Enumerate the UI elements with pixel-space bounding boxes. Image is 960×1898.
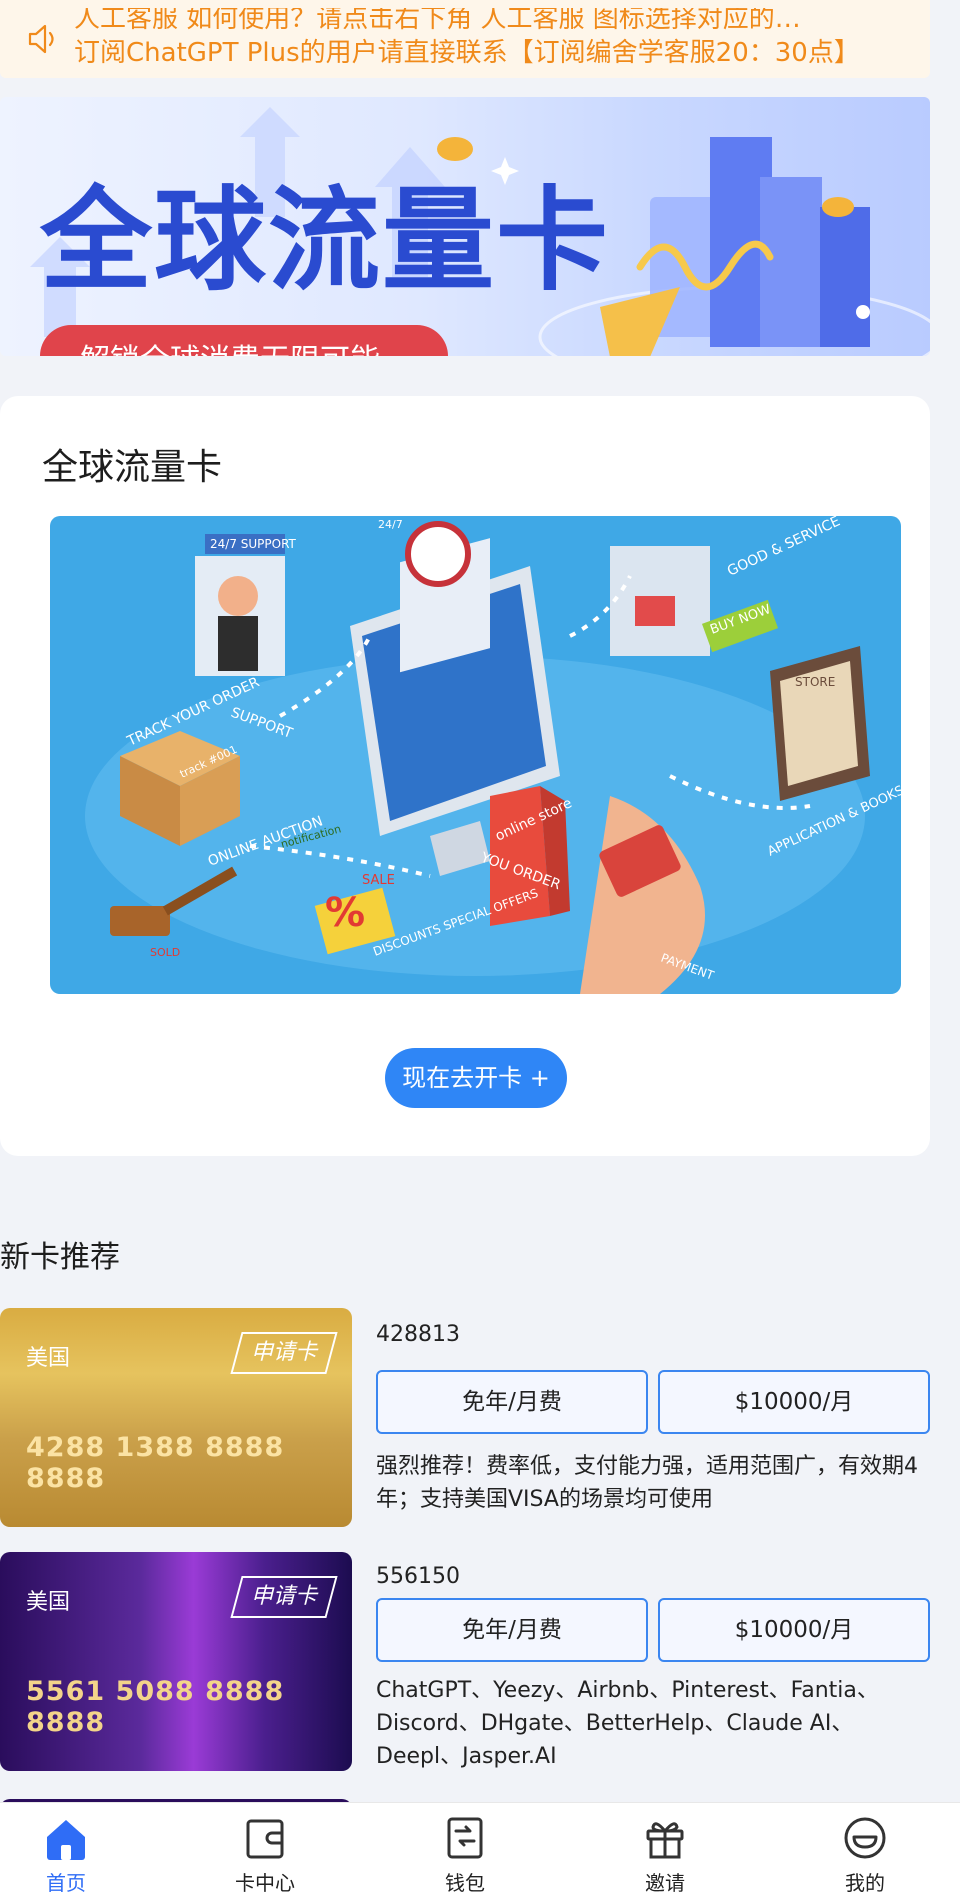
wallet-icon — [447, 1817, 483, 1859]
card-number: 5561 5088 8888 8888 — [26, 1676, 285, 1738]
card-info: 428813 免年/月费 $10000/月 强烈推荐！费率低，支付能力强，适用范… — [376, 1308, 930, 1528]
panel-title: 全球流量卡 — [42, 447, 223, 488]
illustration-label: 24/7 — [378, 518, 403, 531]
apply-card-label: 申请卡 — [250, 1584, 317, 1609]
limit-option-button[interactable]: $10000/月 — [658, 1370, 930, 1434]
bottom-tab-bar: 首页 卡中心 钱包 邀请 我的 — [0, 1802, 960, 1898]
card-center-icon — [246, 1819, 284, 1859]
notice-text-secondary: 订阅ChatGPT Plus的用户请直接联系【订阅编舍学客服20：30点】 — [74, 38, 860, 68]
card-description: ChatGPT、Yeezy、Airbnb、Pinterest、Fantia、Di… — [376, 1678, 879, 1769]
tab-label: 钱包 — [445, 1871, 485, 1895]
illustration-label: STORE — [795, 675, 835, 689]
card-image-purple[interactable]: 美国 申请卡 5561 5088 8888 8888 — [0, 1552, 352, 1771]
card-number: 4288 1388 8888 8888 — [26, 1432, 285, 1494]
limit-option-button[interactable]: $10000/月 — [658, 1598, 930, 1662]
card-country: 美国 — [26, 1346, 71, 1371]
illustration-label: GOOD & SERVICE — [725, 516, 843, 580]
banner-title: 全球流量卡 — [40, 176, 610, 306]
gift-icon — [646, 1822, 684, 1859]
tab-label: 首页 — [46, 1871, 86, 1895]
tab-label: 卡中心 — [235, 1871, 295, 1895]
notice-bar[interactable]: 人工客服 如何使用？请点击右下角 人工客服 图标选择对应的… 订阅ChatGPT… — [0, 0, 930, 78]
illustration-label: SOLD — [150, 946, 180, 959]
notice-text: 人工客服 如何使用？请点击右下角 人工客服 图标选择对应的… — [74, 8, 801, 34]
fee-option-button[interactable]: 免年/月费 — [376, 1370, 648, 1434]
tab-home[interactable]: 首页 — [16, 1803, 116, 1898]
apply-card-label: 申请卡 — [250, 1340, 317, 1365]
tab-label: 我的 — [845, 1871, 885, 1895]
card-country: 美国 — [26, 1590, 71, 1615]
apply-card-badge[interactable]: 申请卡 — [230, 1332, 338, 1374]
carousel-indicator[interactable] — [856, 305, 870, 319]
card-info: 556150 免年/月费 $10000/月 ChatGPT、Yeezy、Airb… — [376, 1550, 930, 1770]
card-bin: 428813 — [376, 1322, 460, 1347]
open-card-button[interactable]: 现在去开卡 + — [385, 1048, 567, 1108]
card-image-gold[interactable]: 美国 申请卡 4288 1388 8888 8888 — [0, 1308, 352, 1527]
promo-banner[interactable]: 全球流量卡 解锁全球消费无限可能 — [0, 97, 930, 356]
illustration-label: 24/7 SUPPORT — [210, 537, 297, 551]
home-icon — [47, 1820, 85, 1860]
svg-text:%: % — [325, 890, 365, 936]
profile-icon — [844, 1817, 886, 1859]
tab-label: 邀请 — [645, 1871, 685, 1895]
ecommerce-illustration: % SUPPORT TRACK YOUR ORDER GOOD & SERVIC… — [50, 516, 901, 994]
card-description: 强烈推荐！费率低，支付能力强，适用范围广，有效期4年；支持美国VISA的场景均可… — [376, 1454, 918, 1512]
banner-subtitle-pill: 解锁全球消费无限可能 — [40, 325, 448, 356]
section-title: 新卡推荐 — [0, 1240, 120, 1275]
tab-wallet[interactable]: 钱包 — [415, 1803, 515, 1898]
card-bin: 556150 — [376, 1564, 460, 1589]
tab-profile[interactable]: 我的 — [815, 1803, 915, 1898]
illustration-label: SALE — [362, 873, 395, 888]
apply-card-badge[interactable]: 申请卡 — [230, 1576, 338, 1618]
ecommerce-illustration-art: % SUPPORT TRACK YOUR ORDER GOOD & SERVIC… — [85, 516, 901, 994]
global-card-panel: 全球流量卡 % SUPPORT TRACK YOUR ORDER GOOD & … — [0, 396, 930, 1156]
tab-invite[interactable]: 邀请 — [615, 1803, 715, 1898]
fee-option-button[interactable]: 免年/月费 — [376, 1598, 648, 1662]
speaker-icon — [28, 24, 54, 54]
tab-card-center[interactable]: 卡中心 — [215, 1803, 315, 1898]
